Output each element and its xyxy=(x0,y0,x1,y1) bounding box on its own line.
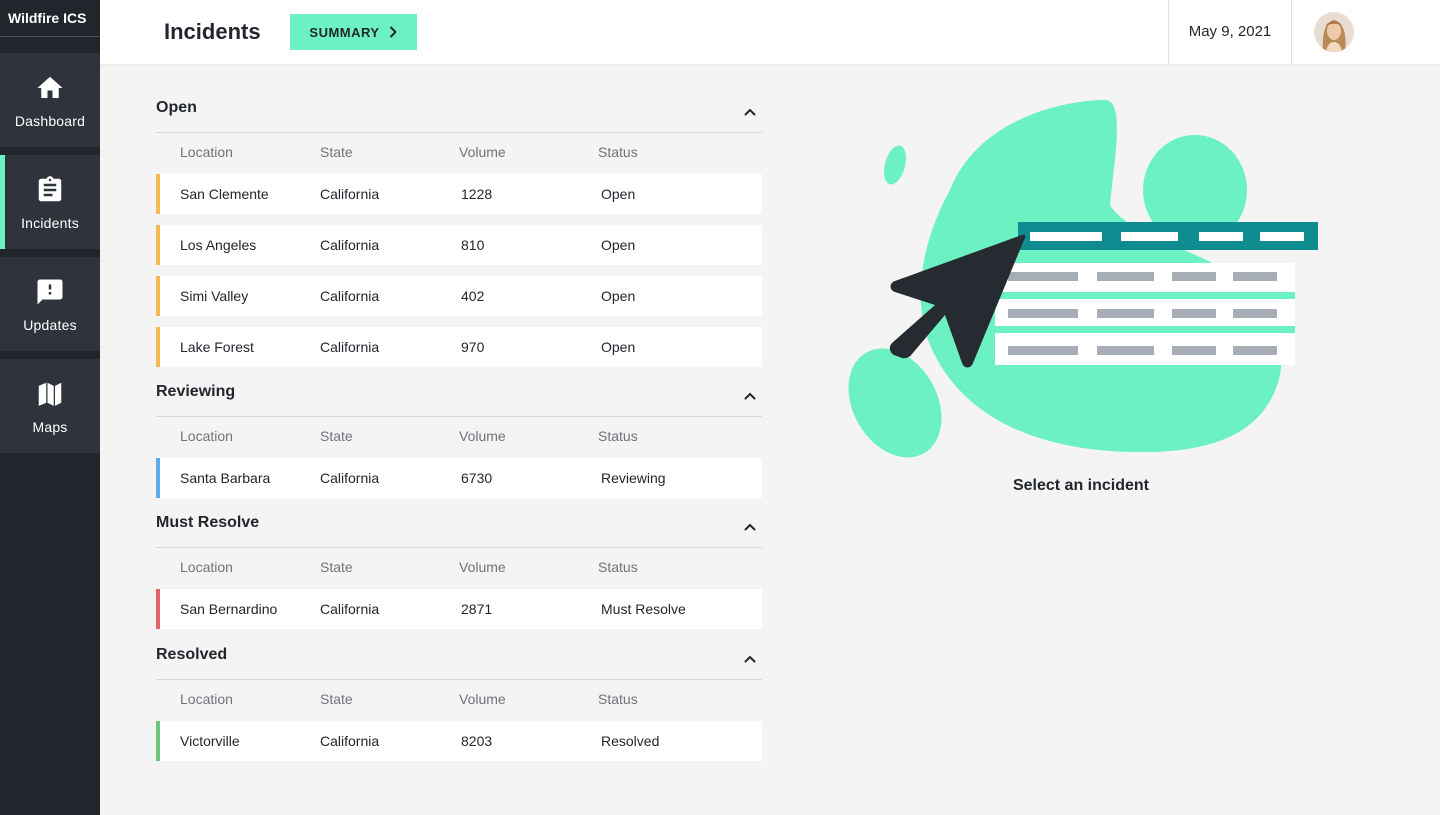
incident-location: Lake Forest xyxy=(180,339,254,355)
column-header-status: Status xyxy=(598,559,638,575)
group-header: Open xyxy=(156,88,762,133)
group-title: Must Resolve xyxy=(156,514,260,531)
chevron-up-icon[interactable] xyxy=(740,649,760,669)
sidebar-item-label: Maps xyxy=(32,419,68,435)
incident-location: Los Angeles xyxy=(180,237,257,253)
incident-volume: 402 xyxy=(461,288,485,304)
incident-volume: 970 xyxy=(461,339,485,355)
incident-groups: Open Location State Volume Status San Cl… xyxy=(156,88,762,772)
column-header-status: Status xyxy=(598,691,638,707)
incident-state: California xyxy=(320,601,380,617)
sidebar-item-incidents[interactable]: Incidents xyxy=(0,155,100,249)
incident-group-reviewing: Reviewing Location State Volume Status S… xyxy=(156,372,762,498)
column-header-state: State xyxy=(320,144,353,160)
incident-row[interactable]: Los Angeles California 810 Open xyxy=(156,225,762,265)
column-header-location: Location xyxy=(180,559,233,575)
sidebar-item-label: Dashboard xyxy=(14,113,86,129)
incident-group-open: Open Location State Volume Status San Cl… xyxy=(156,88,762,367)
column-headers: Location State Volume Status xyxy=(156,548,762,589)
group-title: Reviewing xyxy=(156,383,236,400)
incident-row[interactable]: Lake Forest California 970 Open xyxy=(156,327,762,367)
group-header: Resolved xyxy=(156,635,762,680)
sidebar-item-dashboard[interactable]: Dashboard xyxy=(0,53,100,147)
column-header-state: State xyxy=(320,428,353,444)
incident-status: Open xyxy=(601,237,636,253)
column-header-location: Location xyxy=(180,144,233,160)
incident-status: Open xyxy=(601,339,636,355)
avatar[interactable] xyxy=(1314,12,1354,52)
column-header-state: State xyxy=(320,559,353,575)
incident-state: California xyxy=(320,733,380,749)
incident-state: California xyxy=(320,288,380,304)
column-header-status: Status xyxy=(598,144,638,160)
empty-state-illustration xyxy=(840,95,1330,465)
alert-message-icon xyxy=(35,277,65,307)
incident-row[interactable]: Santa Barbara California 6730 Reviewing xyxy=(156,458,762,498)
incident-status: Resolved xyxy=(601,733,660,749)
column-header-volume: Volume xyxy=(459,559,506,575)
incident-row[interactable]: San Clemente California 1228 Open xyxy=(156,174,762,214)
incident-location: San Clemente xyxy=(180,186,269,202)
clipboard-icon xyxy=(35,175,65,205)
summary-button-label: SUMMARY xyxy=(309,24,380,40)
column-header-location: Location xyxy=(180,691,233,707)
incident-state: California xyxy=(320,186,380,202)
incident-row[interactable]: Victorville California 8203 Resolved xyxy=(156,721,762,761)
incident-status: Reviewing xyxy=(601,470,666,486)
incident-row[interactable]: San Bernardino California 2871 Must Reso… xyxy=(156,589,762,629)
incident-volume: 2871 xyxy=(461,601,493,617)
incident-status: Open xyxy=(601,288,636,304)
chevron-up-icon[interactable] xyxy=(740,517,760,537)
column-headers: Location State Volume Status xyxy=(156,680,762,721)
column-headers: Location State Volume Status xyxy=(156,133,762,174)
incident-state: California xyxy=(320,339,380,355)
column-header-volume: Volume xyxy=(459,691,506,707)
sidebar-item-updates[interactable]: Updates xyxy=(0,257,100,351)
incident-state: California xyxy=(320,237,380,253)
sidebar-item-label: Updates xyxy=(23,317,77,333)
incident-volume: 6730 xyxy=(461,470,493,486)
incident-group-resolved: Resolved Location State Volume Status Vi… xyxy=(156,635,762,761)
chevron-up-icon[interactable] xyxy=(740,102,760,122)
sidebar-item-label: Incidents xyxy=(21,215,79,231)
chevron-right-icon xyxy=(389,26,398,38)
sidebar-item-maps[interactable]: Maps xyxy=(0,359,100,453)
incident-row[interactable]: Simi Valley California 402 Open xyxy=(156,276,762,316)
column-header-status: Status xyxy=(598,428,638,444)
column-header-volume: Volume xyxy=(459,428,506,444)
column-header-state: State xyxy=(320,691,353,707)
home-icon xyxy=(35,73,65,103)
chevron-up-icon[interactable] xyxy=(740,386,760,406)
map-icon xyxy=(35,379,65,409)
current-date: May 9, 2021 xyxy=(1168,0,1292,64)
group-title: Resolved xyxy=(156,646,228,663)
incident-location: Santa Barbara xyxy=(180,470,271,486)
incident-volume: 1228 xyxy=(461,186,493,202)
incident-status: Open xyxy=(601,186,636,202)
column-header-volume: Volume xyxy=(459,144,506,160)
page-title: Incidents xyxy=(164,19,261,44)
incident-location: Simi Valley xyxy=(180,288,249,304)
group-title: Open xyxy=(156,99,197,116)
incident-volume: 810 xyxy=(461,237,485,253)
group-header: Reviewing xyxy=(156,372,762,417)
incident-state: California xyxy=(320,470,380,486)
top-header: Incidents SUMMARY May 9, 2021 xyxy=(100,0,1440,64)
app-brand: Wildfire ICS xyxy=(0,0,100,37)
column-headers: Location State Volume Status xyxy=(156,417,762,458)
incident-location: San Bernardino xyxy=(180,601,278,617)
empty-state-text: Select an incident xyxy=(1012,477,1150,494)
sidebar: Wildfire ICS Dashboard Incidents Updates… xyxy=(0,0,100,815)
summary-button[interactable]: SUMMARY xyxy=(290,14,417,50)
incident-group-must-resolve: Must Resolve Location State Volume Statu… xyxy=(156,503,762,629)
group-header: Must Resolve xyxy=(156,503,762,548)
incident-location: Victorville xyxy=(180,733,240,749)
sidebar-nav: Dashboard Incidents Updates Maps xyxy=(0,53,100,461)
incident-status: Must Resolve xyxy=(601,601,686,617)
incident-volume: 8203 xyxy=(461,733,493,749)
column-header-location: Location xyxy=(180,428,233,444)
